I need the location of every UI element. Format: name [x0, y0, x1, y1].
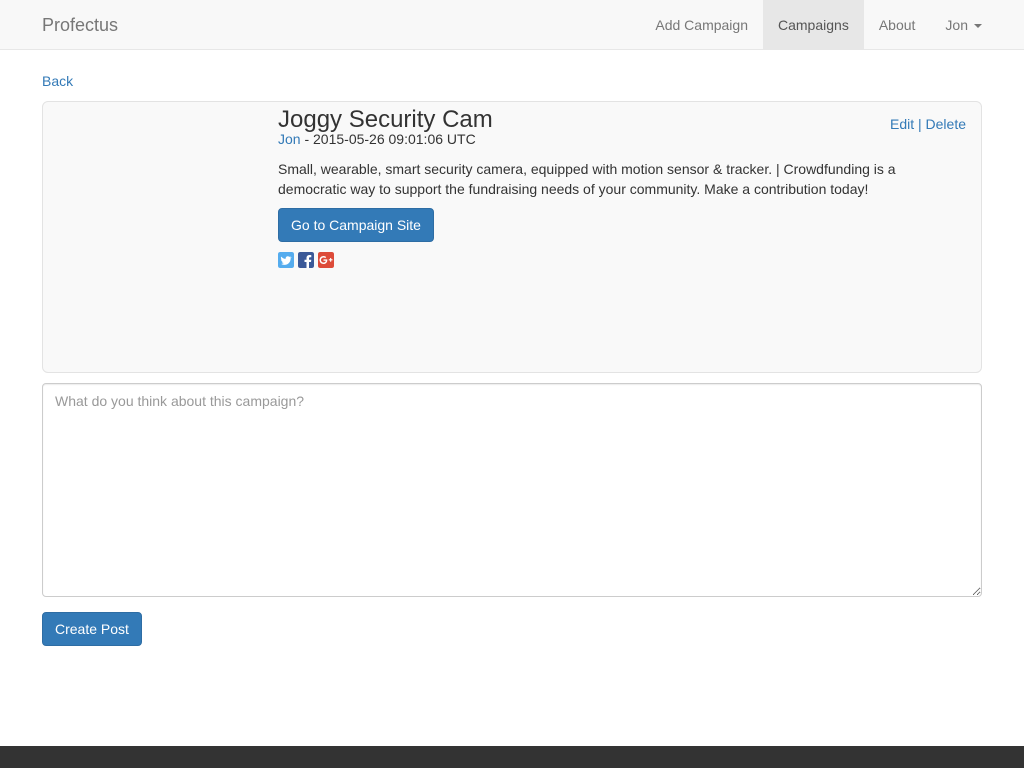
nav-add-campaign[interactable]: Add Campaign [640, 0, 763, 50]
facebook-icon [298, 252, 314, 268]
delete-link[interactable]: Delete [926, 116, 966, 132]
edit-link[interactable]: Edit [890, 116, 914, 132]
nav-menu: Add Campaign Campaigns About Jon [640, 0, 997, 50]
author-link[interactable]: Jon [278, 131, 301, 147]
user-name: Jon [945, 17, 968, 33]
go-to-campaign-site-button[interactable]: Go to Campaign Site [278, 208, 434, 242]
campaign-description: Small, wearable, smart security camera, … [278, 161, 896, 197]
footer [0, 746, 1024, 768]
google-plus-icon [318, 252, 334, 268]
nav-about[interactable]: About [864, 0, 931, 50]
brand-link[interactable]: Profectus [42, 15, 118, 35]
nav-user-dropdown[interactable]: Jon [930, 0, 997, 50]
comment-textarea[interactable] [42, 383, 982, 597]
share-icons [278, 252, 334, 268]
campaign-timestamp: - 2015-05-26 09:01:06 UTC [300, 131, 476, 147]
twitter-share-link[interactable] [278, 252, 294, 268]
facebook-share-link[interactable] [298, 252, 314, 268]
google-plus-share-link[interactable] [318, 252, 334, 268]
actions-separator: | [914, 116, 926, 132]
navbar: Profectus Add Campaign Campaigns About J… [0, 0, 1024, 50]
campaign-panel: Joggy Security Cam Jon - 2015-05-26 09:0… [42, 101, 982, 373]
back-link[interactable]: Back [42, 72, 73, 90]
campaign-byline: Jon - 2015-05-26 09:01:06 UTC [278, 130, 476, 148]
campaign-actions: Edit | Delete [890, 115, 966, 133]
nav-campaigns[interactable]: Campaigns [763, 0, 864, 50]
twitter-icon [278, 252, 294, 268]
caret-down-icon [974, 24, 982, 29]
create-post-button[interactable]: Create Post [42, 612, 142, 646]
